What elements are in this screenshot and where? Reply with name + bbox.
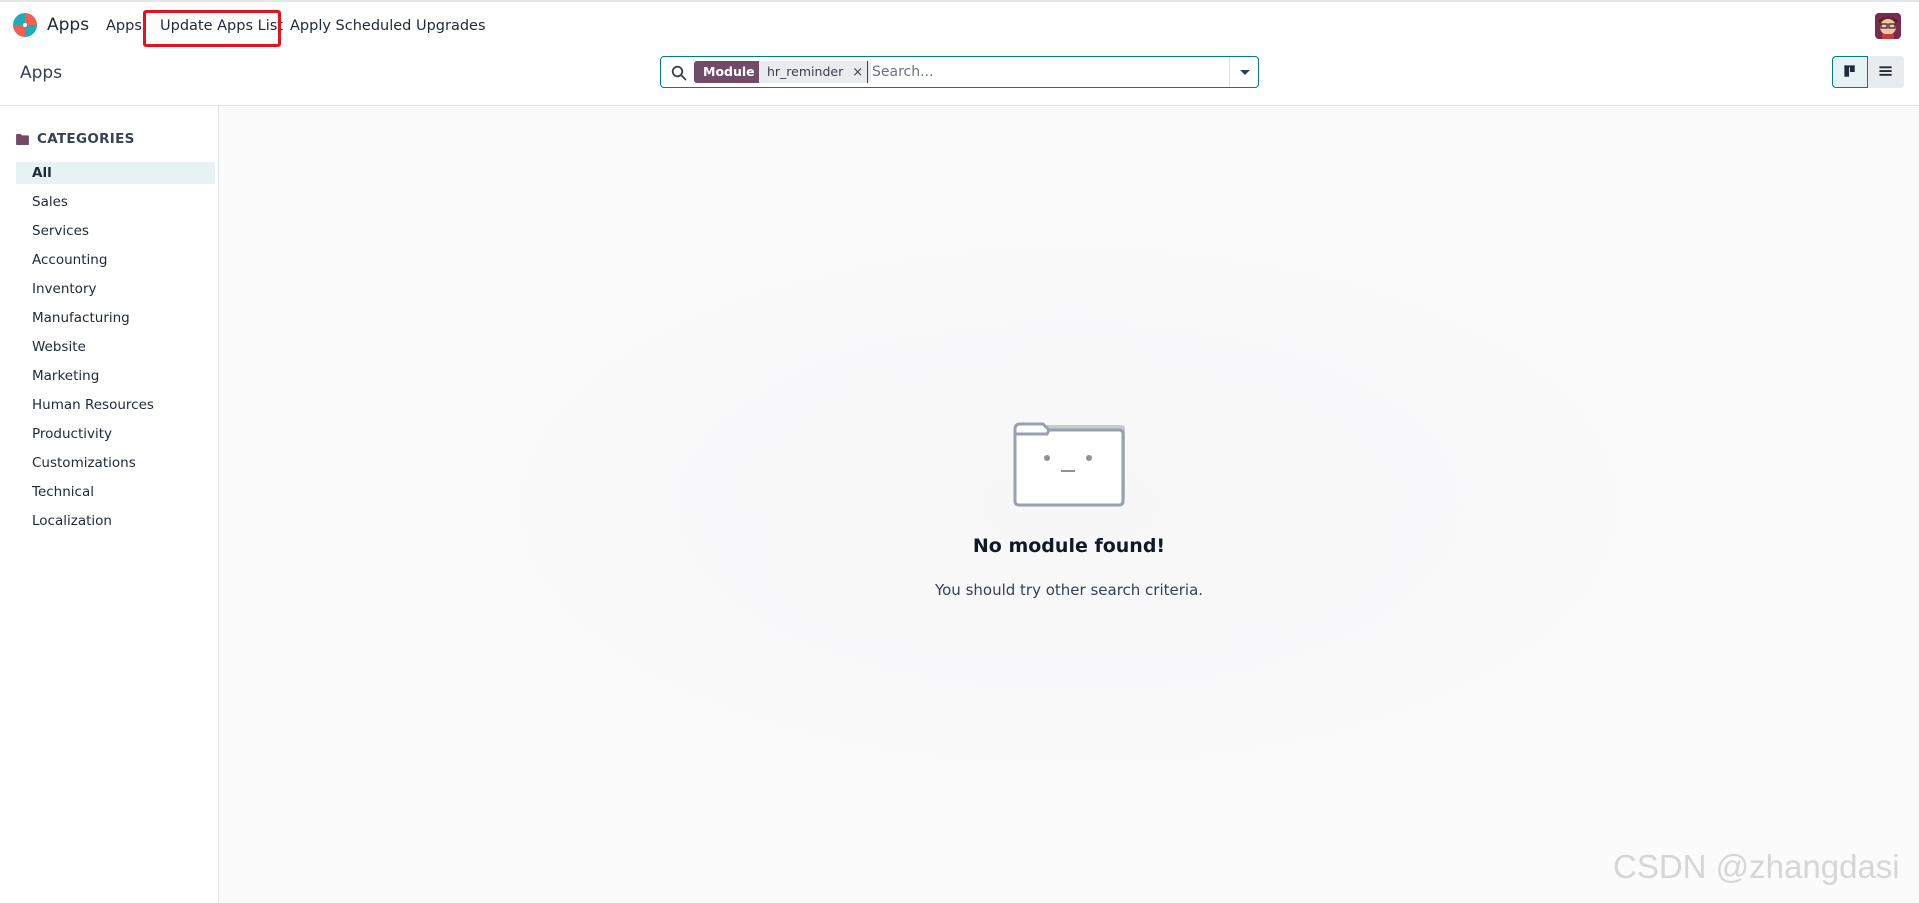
caret-down-icon (1240, 70, 1250, 75)
empty-state-subtitle: You should try other search criteria. (934, 581, 1204, 599)
category-list: All Sales Services Accounting Inventory … (16, 162, 215, 539)
list-view-icon (1879, 66, 1892, 76)
category-item-services[interactable]: Services (16, 220, 215, 242)
kanban-view-icon (1844, 65, 1855, 77)
search-facet-label: Module (694, 61, 764, 83)
category-item-all[interactable]: All (16, 162, 215, 184)
list-view-button[interactable] (1868, 56, 1904, 88)
search-bar[interactable]: Module hr_reminder × (660, 56, 1259, 88)
page-title[interactable]: Apps (20, 63, 62, 83)
menu-apply-scheduled-upgrades[interactable]: Apply Scheduled Upgrades (290, 18, 486, 34)
search-facet-text: hr_reminder (767, 64, 844, 79)
kanban-view-button[interactable] (1832, 56, 1868, 88)
menu-apps[interactable]: Apps (106, 18, 142, 34)
watermark: CSDN @zhangdasi (1613, 848, 1900, 885)
category-item-localization[interactable]: Localization (16, 510, 215, 532)
category-item-productivity[interactable]: Productivity (16, 423, 215, 445)
category-item-customizations[interactable]: Customizations (16, 452, 215, 474)
category-sidebar: CATEGORIES All Sales Services Accounting… (0, 106, 219, 903)
category-item-human-resources[interactable]: Human Resources (16, 394, 215, 416)
main-content: No module found! You should try other se… (219, 106, 1919, 903)
apps-logo-icon[interactable] (12, 12, 38, 38)
categories-header: CATEGORIES (16, 131, 135, 147)
facet-remove-icon[interactable]: × (852, 65, 863, 80)
category-item-manufacturing[interactable]: Manufacturing (16, 307, 215, 329)
control-panel: Apps Module hr_reminder × (0, 49, 1919, 106)
user-avatar[interactable] (1875, 13, 1901, 39)
search-options-toggle[interactable] (1229, 57, 1258, 87)
highlight-box (143, 10, 281, 47)
category-item-technical[interactable]: Technical (16, 481, 215, 503)
category-item-marketing[interactable]: Marketing (16, 365, 215, 387)
search-facet-value: hr_reminder × (759, 61, 872, 83)
empty-state: No module found! You should try other se… (219, 106, 1919, 903)
categories-header-label: CATEGORIES (37, 131, 135, 147)
search-icon[interactable] (671, 65, 687, 81)
search-input[interactable] (867, 61, 1216, 83)
top-navbar: Apps Apps Update Apps List Apply Schedul… (0, 0, 1919, 49)
app-brand[interactable]: Apps (47, 15, 89, 35)
category-item-inventory[interactable]: Inventory (16, 278, 215, 300)
category-item-website[interactable]: Website (16, 336, 215, 358)
category-item-sales[interactable]: Sales (16, 191, 215, 213)
folder-icon (16, 133, 29, 145)
empty-state-title: No module found! (972, 535, 1166, 557)
empty-folder-face-illustration (1013, 422, 1125, 507)
category-item-accounting[interactable]: Accounting (16, 249, 215, 271)
